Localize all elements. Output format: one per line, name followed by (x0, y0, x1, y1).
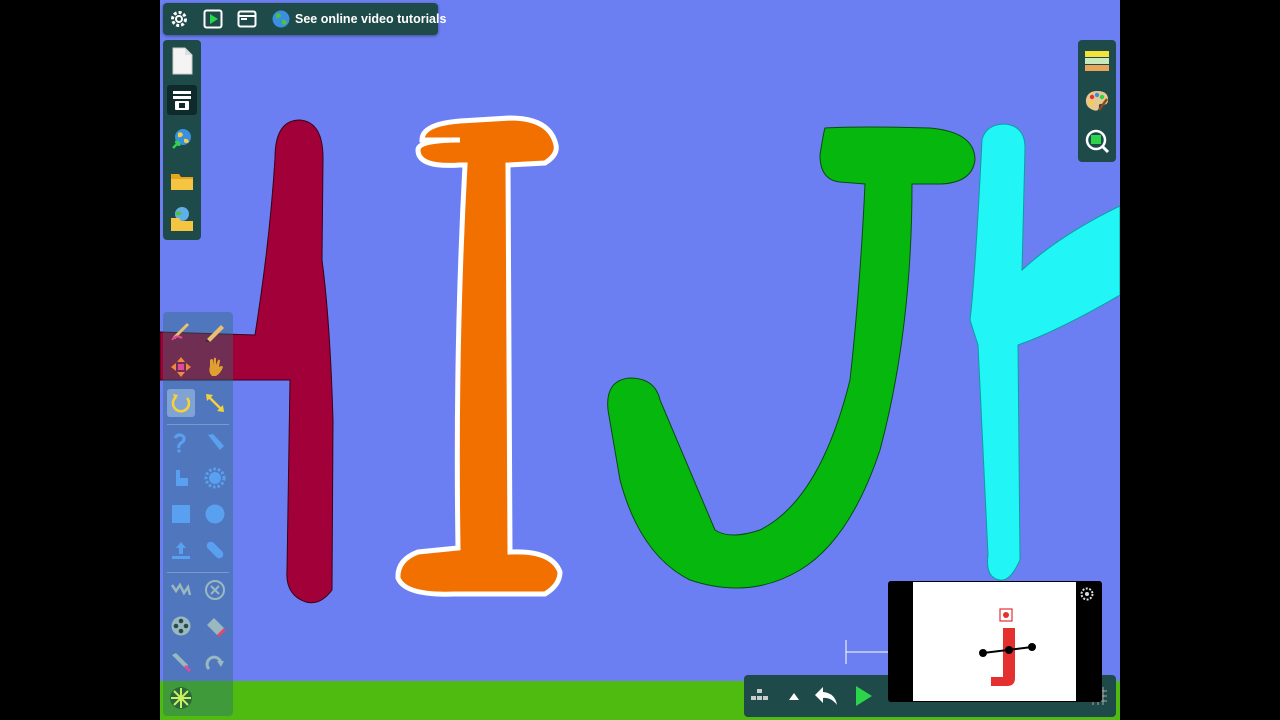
redo-tool-icon[interactable] (201, 648, 229, 676)
corner-tool-icon[interactable] (167, 464, 195, 492)
rotate-tool-icon[interactable] (167, 389, 195, 417)
upload-tool-icon[interactable] (167, 536, 195, 564)
window-icon[interactable] (235, 7, 259, 31)
settings-icon[interactable] (1080, 587, 1094, 601)
knife-tool-icon[interactable] (167, 648, 195, 676)
letter-i[interactable] (395, 115, 563, 597)
circle-tool-icon[interactable] (201, 500, 229, 528)
frames-grid-icon[interactable] (746, 682, 774, 710)
move-tool-icon[interactable] (167, 353, 195, 381)
zoom-icon[interactable] (1082, 126, 1112, 156)
bandage-tool-icon[interactable] (201, 536, 229, 564)
tutorials-link[interactable]: See online video tutorials (295, 12, 446, 26)
zigzag-tool-icon[interactable] (167, 576, 195, 604)
line-tool-icon[interactable] (201, 428, 229, 456)
left-sidebar (163, 40, 201, 240)
spiral-tool-icon[interactable] (167, 684, 195, 712)
brush-tool-icon[interactable] (167, 317, 195, 345)
play-icon[interactable] (201, 7, 225, 31)
web-import-icon[interactable] (167, 124, 197, 154)
gear-shape-tool-icon[interactable] (201, 464, 229, 492)
video-frame (913, 582, 1076, 701)
video-tutorial-overlay[interactable] (888, 581, 1102, 702)
undo-icon[interactable] (812, 682, 840, 710)
remove-tool-icon[interactable] (201, 576, 229, 604)
rectangle-tool-icon[interactable] (167, 500, 195, 528)
tool-divider (167, 424, 229, 425)
up-arrow-icon[interactable] (780, 682, 808, 710)
hand-tool-icon[interactable] (201, 353, 229, 381)
play-icon[interactable] (850, 682, 878, 710)
eraser-tool-icon[interactable] (201, 612, 229, 640)
curve-tool-icon[interactable] (167, 428, 195, 456)
palette-icon[interactable] (1082, 86, 1112, 116)
library-icon[interactable] (167, 204, 197, 234)
layers-icon[interactable] (1082, 46, 1112, 76)
scale-tool-icon[interactable] (201, 389, 229, 417)
top-toolbar: See online video tutorials (163, 3, 446, 35)
frames-icon[interactable] (167, 85, 197, 115)
pencil-tool-icon[interactable] (201, 317, 229, 345)
letter-j[interactable] (607, 126, 976, 589)
reel-tool-icon[interactable] (167, 612, 195, 640)
gear-icon[interactable] (167, 7, 191, 31)
globe-icon[interactable] (269, 7, 293, 31)
tool-divider (167, 572, 229, 573)
folder-icon[interactable] (167, 166, 197, 196)
video-preview-image (979, 608, 1036, 686)
right-sidebar (1078, 40, 1116, 162)
tool-panel (163, 312, 233, 716)
new-document-icon[interactable] (167, 46, 197, 76)
letter-k[interactable] (969, 123, 1120, 581)
